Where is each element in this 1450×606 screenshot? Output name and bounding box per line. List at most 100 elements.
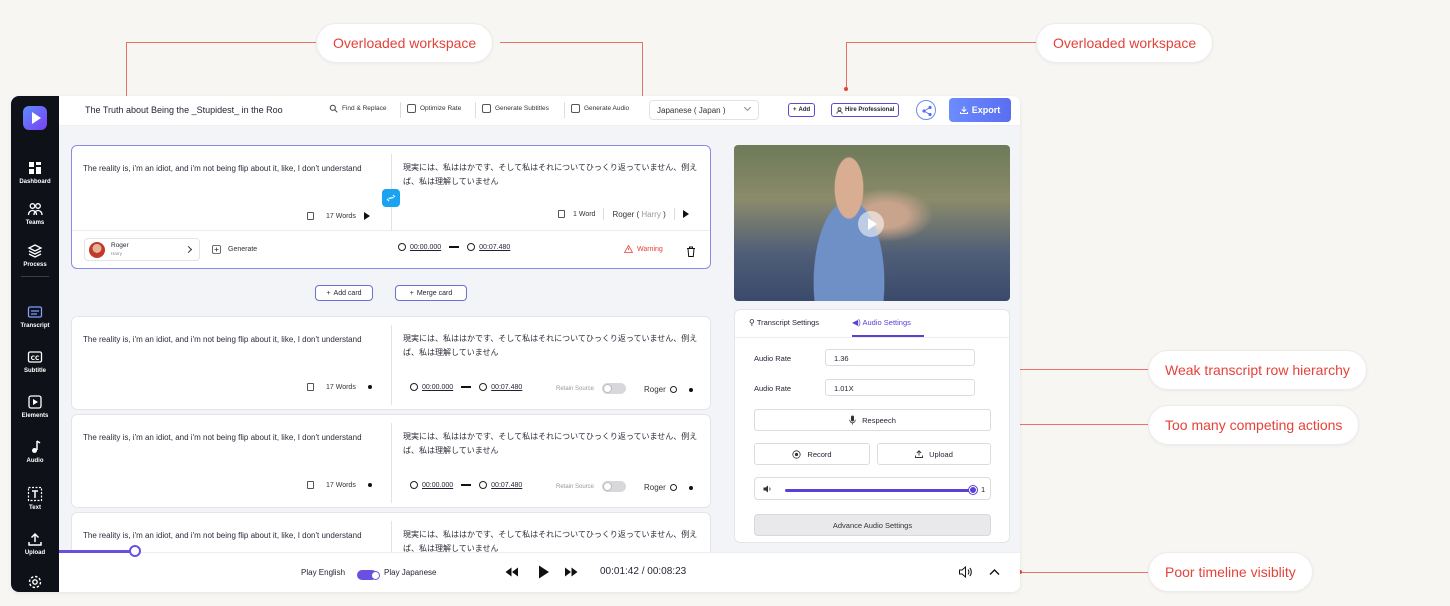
- project-title[interactable]: The Truth about Being the _Stupidest_ in…: [85, 105, 283, 115]
- sidebar-item-dashboard[interactable]: Dashboard: [11, 160, 59, 196]
- toggle-switch[interactable]: [602, 383, 627, 394]
- start-time[interactable]: 00:00.000: [410, 244, 441, 251]
- retain-source-toggle[interactable]: Retain Source: [556, 481, 627, 492]
- sidebar-item-upload[interactable]: Upload: [11, 531, 59, 567]
- delete-button[interactable]: [686, 244, 696, 262]
- sidebar-item-label: Process: [23, 262, 47, 268]
- upload-label: Upload: [929, 449, 953, 459]
- sidebar-item-label: Dashboard: [19, 179, 51, 185]
- speaker-selector[interactable]: Roger Harry: [84, 238, 200, 261]
- end-time[interactable]: 00:07.480: [491, 482, 522, 489]
- subtitles-icon: [482, 104, 491, 113]
- generate-subtitles-button[interactable]: Generate Subtitles: [482, 104, 549, 113]
- elements-icon: [28, 395, 42, 409]
- target-text[interactable]: 現実には、私ははかです、そして私はそれについてひっくり返っていません、例えば、私…: [403, 161, 703, 189]
- upload-audio-button[interactable]: Upload: [877, 443, 991, 465]
- respeech-button[interactable]: Respeech: [754, 409, 991, 431]
- timeline-progress[interactable]: [59, 550, 135, 553]
- time-range: 00:00.000 00:07.480: [410, 481, 522, 489]
- bullet-icon: [367, 385, 372, 389]
- language-playback-toggle[interactable]: [357, 570, 380, 580]
- tab-audio-settings[interactable]: ◀) Audio Settings: [852, 318, 911, 327]
- retain-source-toggle[interactable]: Retain Source: [556, 383, 627, 394]
- tab-transcript-settings[interactable]: ⚲ Transcript Settings: [749, 318, 819, 327]
- record-button[interactable]: Record: [754, 443, 870, 465]
- export-button[interactable]: Export: [949, 98, 1011, 122]
- volume-icon[interactable]: [959, 566, 972, 578]
- volume-handle[interactable]: [969, 486, 977, 494]
- play-icon[interactable]: [363, 212, 370, 220]
- language-select[interactable]: Japanese ( Japan ): [649, 100, 759, 120]
- sidebar-item-transcript[interactable]: Transcript: [11, 304, 59, 340]
- end-time[interactable]: 00:07.480: [479, 244, 510, 251]
- toggle-switch[interactable]: [602, 481, 627, 492]
- generate-subtitles-label: Generate Subtitles: [495, 105, 549, 112]
- video-play-button[interactable]: [858, 211, 884, 237]
- copy-icon[interactable]: [307, 481, 314, 489]
- advanced-audio-settings-button[interactable]: Advance Audio Settings: [754, 514, 991, 536]
- leader-line: [1012, 424, 1148, 425]
- find-replace-button[interactable]: Find & Replace: [329, 104, 386, 113]
- copy-icon[interactable]: [307, 383, 314, 391]
- sidebar-item-text[interactable]: Text: [11, 486, 59, 522]
- timeline-scrubber-handle[interactable]: [129, 545, 141, 557]
- toolbar-divider: [400, 102, 401, 118]
- card-divider: [391, 423, 392, 503]
- source-text[interactable]: The reality is, i'm an idiot, and i'm no…: [83, 162, 373, 176]
- speaker-label[interactable]: Roger: [644, 385, 693, 394]
- gear-icon: [28, 575, 42, 589]
- copy-icon[interactable]: [558, 210, 565, 218]
- volume-slider[interactable]: 1: [754, 477, 991, 500]
- transcript-card-active[interactable]: The reality is, i'm an idiot, and i'm no…: [71, 145, 711, 269]
- target-text[interactable]: 現実には、私ははかです、そして私はそれについてひっくり返っていません、例えば、私…: [403, 332, 703, 360]
- volume-icon: [763, 485, 771, 493]
- fast-forward-icon[interactable]: [564, 566, 578, 578]
- start-time[interactable]: 00:00.000: [422, 482, 453, 489]
- volume-track[interactable]: [785, 489, 973, 492]
- warning-indicator[interactable]: Warning: [624, 245, 663, 253]
- end-time[interactable]: 00:07.480: [491, 384, 522, 391]
- source-text[interactable]: The reality is, i'm an idiot, and i'm no…: [83, 529, 373, 543]
- generate-button[interactable]: Generate: [212, 245, 257, 254]
- copy-icon[interactable]: [307, 212, 314, 220]
- sidebar-item-process[interactable]: Process: [11, 243, 59, 279]
- time-separator: /: [641, 566, 645, 577]
- sidebar-item-audio[interactable]: Audio: [11, 439, 59, 475]
- optimize-rate-button[interactable]: Optimize Rate: [407, 104, 461, 113]
- speaker-label[interactable]: Roger: [644, 483, 693, 492]
- sidebar-item-settings[interactable]: [11, 574, 59, 592]
- share-button[interactable]: [916, 100, 936, 120]
- audio-rate-multiplier-input[interactable]: 1.01X: [825, 379, 975, 396]
- target-text[interactable]: 現実には、私ははかです、そして私はそれについてひっくり返っていません、例えば、私…: [403, 430, 703, 458]
- sidebar-item-label: Teams: [25, 220, 45, 226]
- start-time[interactable]: 00:00.000: [422, 384, 453, 391]
- merge-card-button[interactable]: + Merge card: [395, 285, 467, 301]
- toolbar-divider: [475, 102, 476, 118]
- play-icon[interactable]: [537, 564, 551, 580]
- add-button[interactable]: + Add: [788, 103, 816, 117]
- link-toggle-button[interactable]: [382, 189, 400, 207]
- rewind-icon[interactable]: [505, 566, 519, 578]
- generate-audio-label: Generate Audio: [584, 105, 630, 112]
- speaker-label[interactable]: Roger ( Harry ): [612, 210, 665, 219]
- sidebar-item-teams[interactable]: Teams: [11, 201, 59, 237]
- generate-audio-button[interactable]: Generate Audio: [571, 104, 629, 113]
- app-logo[interactable]: [23, 106, 47, 130]
- volume-value: 1: [981, 485, 986, 494]
- leader-line: [846, 42, 1036, 43]
- word-count-label: 17 Words: [326, 212, 356, 220]
- sidebar-item-elements[interactable]: Elements: [11, 394, 59, 430]
- word-count: 17 Words: [307, 481, 372, 489]
- sidebar-item-subtitle[interactable]: CC Subtitle: [11, 349, 59, 385]
- transcript-card[interactable]: The reality is, i'm an idiot, and i'm no…: [71, 316, 711, 410]
- transcript-card[interactable]: The reality is, i'm an idiot, and i'm no…: [71, 414, 711, 508]
- video-preview[interactable]: [734, 145, 1010, 301]
- source-text[interactable]: The reality is, i'm an idiot, and i'm no…: [83, 431, 373, 445]
- play-icon[interactable]: [682, 210, 689, 218]
- add-card-button[interactable]: + Add card: [315, 285, 373, 301]
- chevron-up-icon[interactable]: [989, 568, 1000, 576]
- audio-rate-input[interactable]: 1.36: [825, 349, 975, 366]
- source-text[interactable]: The reality is, i'm an idiot, and i'm no…: [83, 333, 373, 347]
- hire-professional-button[interactable]: Hire Professional: [831, 103, 900, 117]
- warning-label: Warning: [637, 245, 663, 253]
